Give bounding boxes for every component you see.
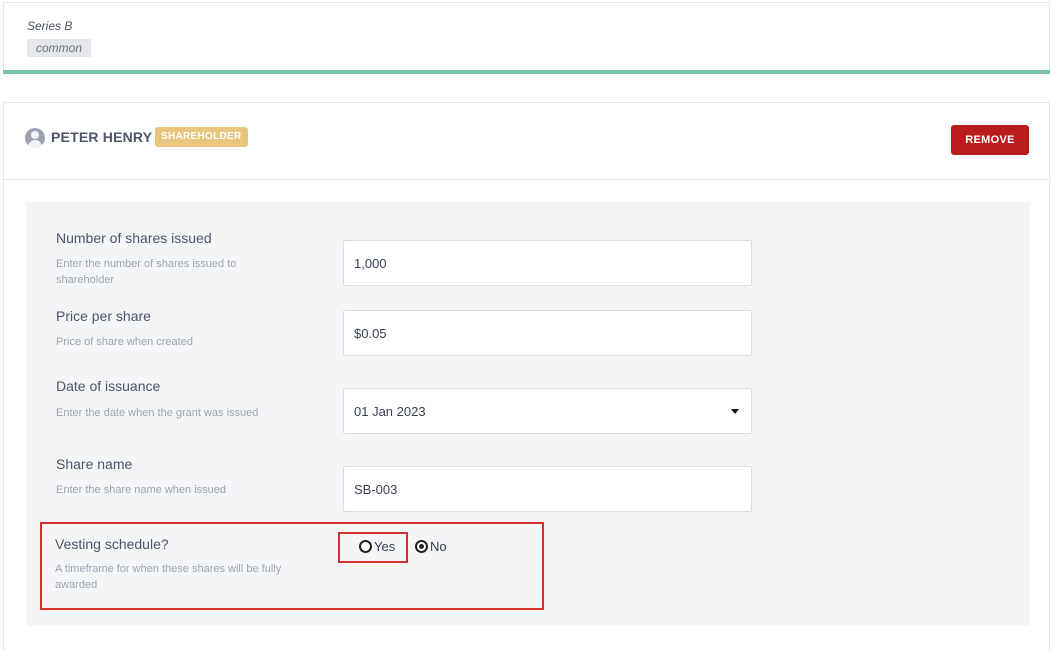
series-title: Series B (27, 19, 73, 33)
user-icon (25, 128, 45, 148)
share-name-label: Share name (56, 456, 133, 472)
issuance-date-help: Enter the date when the grant was issued (56, 407, 259, 419)
price-per-share-help: Price of share when created (56, 336, 193, 348)
issuance-date-label: Date of issuance (56, 378, 161, 394)
series-card: Series B common (3, 2, 1050, 74)
shareholder-name: PETER HENRY (51, 129, 153, 145)
accent-bar (3, 70, 1050, 74)
yes-option-highlight-box (338, 532, 408, 563)
price-per-share-label: Price per share (56, 308, 151, 324)
shares-issued-help: Enter the number of shares issued to sha… (56, 258, 237, 286)
vesting-highlight-box (40, 522, 544, 610)
shares-issued-input[interactable]: 1,000 (343, 240, 752, 286)
price-per-share-input[interactable]: $0.05 (343, 310, 752, 356)
role-badge: SHAREHOLDER (155, 127, 248, 147)
shares-issued-label: Number of shares issued (56, 230, 212, 246)
issuance-date-select[interactable]: 01 Jan 2023 (343, 388, 752, 434)
share-type-badge: common (27, 39, 92, 57)
share-name-input[interactable]: SB-003 (343, 466, 752, 512)
share-name-help: Enter the share name when issued (56, 484, 226, 496)
issuance-date-value: 01 Jan 2023 (354, 403, 426, 419)
remove-button[interactable]: REMOVE (951, 125, 1029, 155)
shareholder-header: PETER HENRY SHAREHOLDER REMOVE (4, 103, 1049, 180)
chevron-down-icon (731, 409, 739, 414)
